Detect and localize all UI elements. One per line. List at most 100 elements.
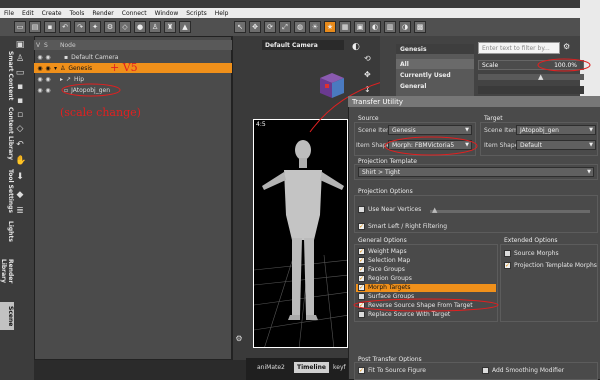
tab-animate2[interactable]: aniMate2: [254, 362, 288, 373]
visibility-eye-icon[interactable]: ◉: [36, 76, 44, 83]
region-groups-checkbox[interactable]: ✓: [358, 275, 365, 282]
camera-icon[interactable]: ▥: [384, 21, 396, 33]
lock-icon[interactable]: ◉: [44, 87, 52, 94]
col-node[interactable]: Node: [54, 42, 76, 49]
menu-file[interactable]: File: [4, 10, 14, 17]
scale-thumb-icon[interactable]: ▲: [538, 73, 543, 81]
tab-content-library[interactable]: Content Library: [0, 106, 14, 162]
settings-icon[interactable]: ⚙: [104, 21, 116, 33]
visibility-eye-icon[interactable]: ◉: [36, 87, 44, 94]
new-scene-icon[interactable]: ▭: [14, 21, 26, 33]
col-select[interactable]: S: [44, 42, 54, 49]
undo-icon[interactable]: ↶: [59, 21, 71, 33]
lock-icon[interactable]: ◉: [44, 54, 52, 61]
preview-icon[interactable]: ▦: [339, 21, 351, 33]
pane-options-icon[interactable]: ⚙: [234, 334, 244, 344]
visibility-eye-icon[interactable]: ◉: [36, 65, 44, 72]
projection-template-select[interactable]: Shirt > Tight ▼: [358, 167, 594, 177]
morph-targets-checkbox[interactable]: ✓: [358, 284, 365, 291]
export-icon[interactable]: ▫: [15, 110, 25, 120]
material-icon[interactable]: ▣: [354, 21, 366, 33]
dialog-title-bar: Transfer Utility: [348, 96, 600, 107]
face-groups-checkbox[interactable]: ✓: [358, 266, 365, 273]
menu-create[interactable]: Create: [42, 10, 62, 17]
cube-icon[interactable]: ◇: [119, 21, 131, 33]
filter-options-icon[interactable]: ⚙: [563, 42, 573, 54]
add-smoothing-checkbox[interactable]: ✓: [482, 367, 489, 374]
tab-timeline[interactable]: Timeline: [294, 362, 329, 373]
active-tool-icon[interactable]: ★: [324, 21, 336, 33]
open-icon[interactable]: ▤: [29, 21, 41, 33]
use-near-vertices-checkbox[interactable]: ✓: [358, 206, 365, 213]
group-general[interactable]: General: [396, 81, 474, 91]
scale-tool-icon[interactable]: ⤢: [279, 21, 291, 33]
light-icon[interactable]: ☀: [309, 21, 321, 33]
save-icon[interactable]: ▪: [44, 21, 56, 33]
hand-icon[interactable]: ✋: [15, 156, 26, 166]
camera-cube-icon[interactable]: ▣: [15, 40, 25, 50]
smart-lr-checkbox[interactable]: ✓: [358, 223, 365, 230]
figure-icon[interactable]: ♙: [149, 21, 161, 33]
tab-keyframe[interactable]: keyf: [330, 362, 349, 373]
group-currently-used[interactable]: Currently Used: [396, 70, 474, 80]
source-scene-item-select[interactable]: Genesis ▼: [388, 125, 472, 135]
select-icon[interactable]: ↖: [234, 21, 246, 33]
folder-icon[interactable]: ▭: [15, 68, 25, 78]
menu-edit[interactable]: Edit: [22, 10, 34, 17]
group-all[interactable]: All: [396, 59, 474, 69]
camera-node-icon: ▪: [64, 53, 69, 61]
orbit-icon[interactable]: ⟲: [364, 54, 371, 63]
source-morphs-checkbox[interactable]: ✓: [504, 250, 511, 257]
stack-icon[interactable]: ≣: [15, 206, 25, 216]
menu-window[interactable]: Window: [155, 10, 179, 17]
target-scene-item-select[interactable]: JAtopobj_gen ▼: [516, 125, 596, 135]
view-icon[interactable]: ◐: [369, 21, 381, 33]
menu-scripts[interactable]: Scripts: [186, 10, 207, 17]
expand-arrow-icon[interactable]: ▾: [54, 65, 57, 72]
tab-tool-settings[interactable]: Tool Settings: [0, 166, 14, 216]
sphere-icon[interactable]: ●: [134, 21, 146, 33]
zoom-icon[interactable]: ◐: [352, 42, 360, 52]
target-item-shape-select[interactable]: Default ▼: [516, 140, 596, 150]
diamond-icon[interactable]: ◆: [15, 190, 25, 200]
tab-smart-content[interactable]: Smart Content: [0, 50, 14, 102]
morph-icon[interactable]: ▲: [179, 21, 191, 33]
col-visible[interactable]: V: [34, 42, 44, 49]
selection-map-checkbox[interactable]: ✓: [358, 257, 365, 264]
save-as-icon[interactable]: ▪: [15, 96, 25, 106]
lock-icon[interactable]: ◉: [44, 65, 52, 72]
tab-lights[interactable]: Lights: [0, 220, 14, 242]
near-vertices-slider[interactable]: [430, 210, 590, 213]
rotate-icon[interactable]: ⟳: [264, 21, 276, 33]
universal-tool-icon[interactable]: ✥: [249, 21, 261, 33]
lock-icon[interactable]: ◉: [44, 76, 52, 83]
pose-icon[interactable]: ♜: [164, 21, 176, 33]
redo-icon[interactable]: ↷: [74, 21, 86, 33]
replace-source-checkbox[interactable]: ✓: [358, 311, 365, 318]
filter-input[interactable]: Enter text to filter by...: [478, 42, 560, 54]
node-weight-icon[interactable]: ◍: [294, 21, 306, 33]
scene-header: V S Node: [34, 40, 232, 50]
undo-side-icon[interactable]: ↶: [15, 140, 25, 150]
arrow-down-icon[interactable]: ⬇: [15, 172, 25, 182]
render-icon[interactable]: ✦: [89, 21, 101, 33]
tab-render-library[interactable]: Render Library: [0, 246, 14, 296]
save-file-icon[interactable]: ▪: [15, 82, 25, 92]
menu-render[interactable]: Render: [92, 10, 113, 17]
weight-maps-checkbox[interactable]: ✓: [358, 248, 365, 255]
projection-template-morphs-checkbox[interactable]: ✓: [504, 262, 511, 269]
grid-icon[interactable]: ▩: [414, 21, 426, 33]
visibility-eye-icon[interactable]: ◉: [36, 54, 44, 61]
menu-tools[interactable]: Tools: [70, 10, 85, 17]
camera-selector[interactable]: Default Camera: [262, 40, 344, 50]
merge-icon[interactable]: ◇: [15, 124, 25, 134]
menu-connect[interactable]: Connect: [122, 10, 147, 17]
expand-arrow-icon[interactable]: ▸: [60, 76, 63, 83]
figure-tool-icon[interactable]: ♙: [15, 54, 25, 64]
fit-to-source-checkbox[interactable]: ✓: [358, 367, 365, 374]
shading-icon[interactable]: ◑: [399, 21, 411, 33]
menu-help[interactable]: Help: [215, 10, 229, 17]
slider-thumb-icon[interactable]: ▲: [432, 206, 437, 214]
scale-track[interactable]: [478, 74, 584, 80]
tab-scene[interactable]: Scene: [0, 302, 14, 330]
